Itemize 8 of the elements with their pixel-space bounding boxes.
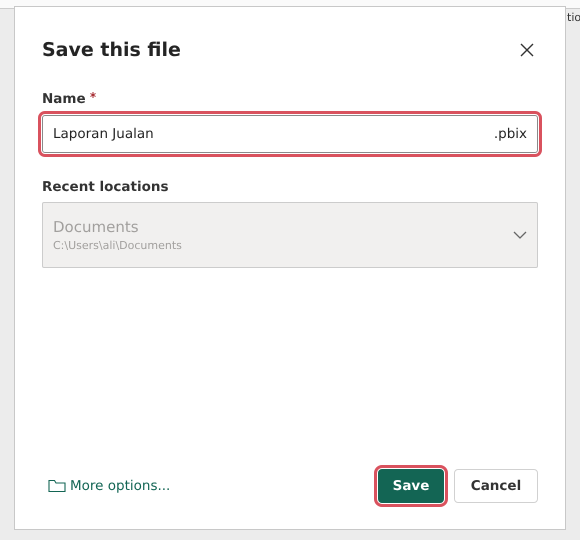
cancel-button[interactable]: Cancel [454,469,538,503]
dialog-title: Save this file [42,39,181,61]
close-icon[interactable] [520,43,534,57]
name-label: Name [42,91,86,107]
chevron-down-icon [513,231,527,239]
more-options-link[interactable]: More options... [48,478,170,494]
recent-locations-label: Recent locations [42,179,170,195]
folder-icon [48,479,66,493]
